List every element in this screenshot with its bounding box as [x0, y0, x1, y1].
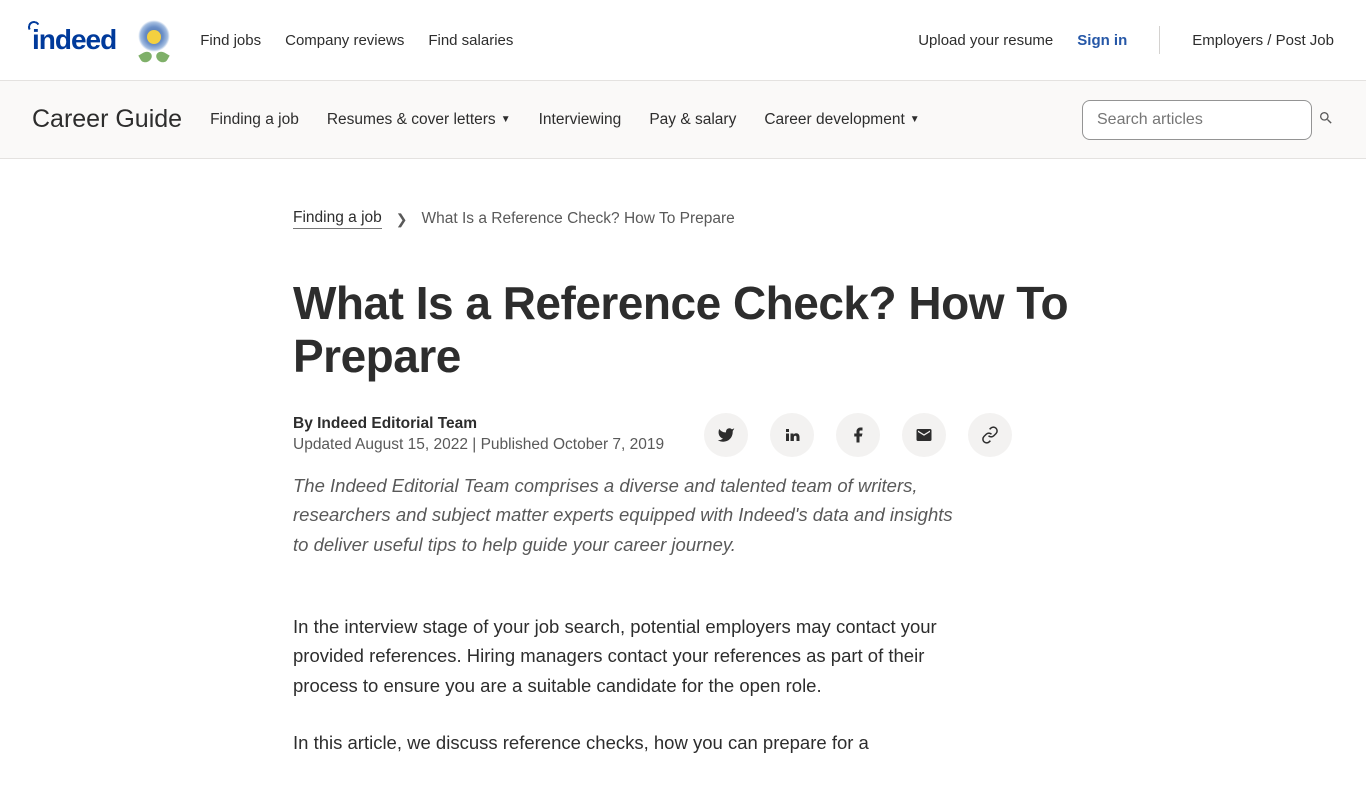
nav-company-reviews[interactable]: Company reviews	[285, 32, 404, 49]
breadcrumb-current: What Is a Reference Check? How To Prepar…	[422, 210, 735, 228]
share-facebook-button[interactable]	[836, 413, 880, 457]
search-icon	[1318, 110, 1334, 126]
chevron-down-icon: ▼	[501, 114, 511, 125]
chevron-down-icon: ▼	[910, 114, 920, 125]
article-paragraph: In the interview stage of your job searc…	[293, 612, 953, 701]
logo-block: indeed	[32, 18, 176, 62]
nav-find-jobs[interactable]: Find jobs	[200, 32, 261, 49]
top-navigation: indeed Find jobs Company reviews Find sa…	[0, 0, 1366, 81]
share-email-button[interactable]	[902, 413, 946, 457]
subnav-finding-job[interactable]: Finding a job	[210, 111, 299, 129]
subnav-resumes[interactable]: Resumes & cover letters▼	[327, 111, 511, 129]
search-wrap	[1082, 100, 1334, 140]
email-icon	[915, 426, 933, 444]
twitter-icon	[717, 426, 735, 444]
career-guide-title[interactable]: Career Guide	[32, 105, 182, 134]
sub-navigation: Career Guide Finding a job Resumes & cov…	[0, 81, 1366, 159]
share-link-button[interactable]	[968, 413, 1012, 457]
linkedin-icon	[783, 426, 801, 444]
link-icon	[981, 426, 999, 444]
breadcrumb: Finding a job ❯ What Is a Reference Chec…	[293, 209, 1073, 229]
nav-upload-resume[interactable]: Upload your resume	[918, 32, 1053, 49]
sunflower-icon	[132, 18, 176, 62]
nav-divider	[1159, 26, 1160, 54]
meta-row: By Indeed Editorial Team Updated August …	[293, 413, 1073, 457]
share-buttons	[704, 413, 1012, 457]
chevron-right-icon: ❯	[396, 211, 408, 228]
facebook-icon	[849, 426, 867, 444]
indeed-logo[interactable]: indeed	[32, 24, 116, 56]
share-twitter-button[interactable]	[704, 413, 748, 457]
article-meta: By Indeed Editorial Team Updated August …	[293, 415, 664, 454]
article-paragraph: In this article, we discuss reference ch…	[293, 728, 953, 758]
nav-sign-in[interactable]: Sign in	[1077, 32, 1127, 49]
search-input[interactable]	[1082, 100, 1312, 140]
subnav-career-dev[interactable]: Career development▼	[764, 111, 919, 129]
nav-find-salaries[interactable]: Find salaries	[428, 32, 513, 49]
editorial-blurb: The Indeed Editorial Team comprises a di…	[293, 471, 973, 560]
breadcrumb-parent[interactable]: Finding a job	[293, 209, 382, 229]
subnav-interviewing[interactable]: Interviewing	[539, 111, 622, 129]
article-byline: By Indeed Editorial Team	[293, 415, 664, 433]
article-title: What Is a Reference Check? How To Prepar…	[293, 277, 1073, 383]
article-dates: Updated August 15, 2022 | Published Octo…	[293, 436, 664, 453]
nav-employers[interactable]: Employers / Post Job	[1192, 32, 1334, 49]
subnav-pay-salary[interactable]: Pay & salary	[649, 111, 736, 129]
article-content: Finding a job ❯ What Is a Reference Chec…	[293, 159, 1073, 758]
search-button[interactable]	[1318, 110, 1334, 130]
share-linkedin-button[interactable]	[770, 413, 814, 457]
